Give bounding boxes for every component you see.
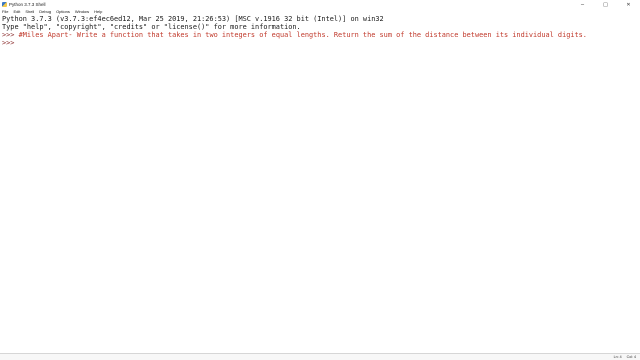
current-prompt[interactable]: >>> [2,39,640,47]
idle-shell-window: Python 3.7.3 Shell ─ □ ✕ File Edit Shell… [0,0,640,360]
shell-prompt: >>> [2,31,19,39]
shell-text-area[interactable]: Python 3.7.3 (v3.7.3:ef4ec6ed12, Mar 25 … [0,15,640,353]
python-icon [2,2,7,7]
banner-line: Python 3.7.3 (v3.7.3:ef4ec6ed12, Mar 25 … [2,15,384,23]
status-bar: Ln: 4 Col: 4 [0,353,640,360]
banner-help-line: Type "help", "copyright", "credits" or "… [2,23,301,31]
status-line: Ln: 4 [613,355,622,359]
close-button[interactable]: ✕ [617,0,640,9]
window-title: Python 3.7.3 Shell [9,2,46,7]
minimize-button[interactable]: ─ [571,0,594,9]
maximize-button[interactable]: □ [594,0,617,9]
status-col: Col: 4 [626,355,636,359]
window-controls: ─ □ ✕ [571,0,640,9]
input-line: >>> #Miles Apart- Write a function that … [2,31,640,39]
title-bar: Python 3.7.3 Shell ─ □ ✕ [0,0,640,9]
comment-text: #Miles Apart- Write a function that take… [18,31,587,39]
